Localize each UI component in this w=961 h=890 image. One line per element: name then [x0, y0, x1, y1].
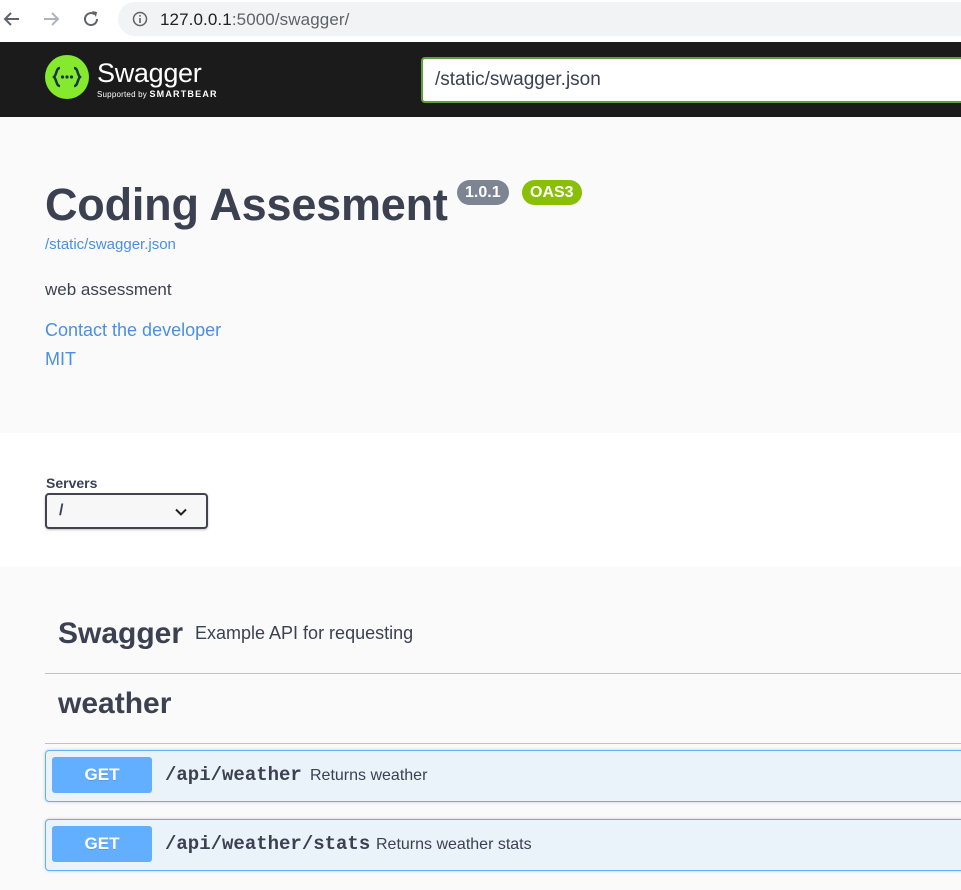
license-link[interactable]: MIT [45, 349, 76, 370]
oas-badge: OAS3 [522, 180, 582, 205]
back-arrow-icon[interactable] [0, 7, 24, 31]
info-icon[interactable] [132, 11, 148, 27]
spec-link[interactable]: /static/swagger.json [45, 236, 176, 253]
operation-path: /api/weather [165, 764, 302, 786]
reload-icon[interactable] [79, 7, 103, 31]
forward-arrow-icon[interactable] [39, 7, 63, 31]
servers-section: Servers / [0, 433, 961, 567]
tag-swagger[interactable]: Swagger Example API for requesting [45, 603, 961, 674]
method-badge-get: GET [52, 757, 152, 793]
contact-link[interactable]: Contact the developer [45, 320, 221, 341]
version-badge: 1.0.1 [457, 180, 509, 205]
tag-description: Example API for requesting [195, 623, 414, 643]
logo-brand: SMARTBEAR [149, 89, 218, 99]
browser-toolbar: 127.0.0.1:5000/swagger/ [0, 0, 961, 42]
api-description: web assessment [45, 280, 172, 299]
operations-section: Swagger Example API for requesting weath… [0, 567, 961, 890]
swagger-topbar: Swagger Supported by SMARTBEAR /static/s… [0, 42, 961, 117]
chevron-down-icon [175, 508, 187, 516]
servers-selected-value: / [59, 502, 64, 519]
spec-url-input[interactable]: /static/swagger.json [421, 57, 961, 103]
method-badge-get: GET [52, 826, 152, 862]
servers-select[interactable]: / [45, 493, 208, 529]
url-text: 127.0.0.1:5000/swagger/ [160, 10, 349, 30]
operation-summary: Returns weather [310, 767, 428, 784]
logo-subtitle: Supported by SMARTBEAR [97, 89, 218, 99]
page-title: Coding Assesment [45, 179, 448, 230]
operation-path: /api/weather/stats [165, 833, 371, 855]
tag-name: Swagger [58, 617, 184, 650]
operation-get-weather-stats[interactable]: GET /api/weather/stats Returns weather s… [45, 819, 961, 871]
operation-summary: Returns weather stats [376, 836, 532, 853]
address-bar[interactable]: 127.0.0.1:5000/swagger/ [118, 2, 961, 36]
swagger-logo-icon [45, 55, 89, 99]
operation-get-weather[interactable]: GET /api/weather Returns weather [45, 750, 961, 802]
url-path: :5000/swagger/ [231, 10, 350, 29]
logo-supported-by: Supported by [97, 90, 147, 99]
tag-name: weather [58, 687, 172, 720]
logo-title: Swagger [97, 58, 202, 88]
servers-label: Servers [46, 475, 98, 491]
tag-weather[interactable]: weather [45, 673, 961, 744]
swagger-logo[interactable]: Swagger Supported by SMARTBEAR [45, 55, 218, 105]
info-section: Coding Assesment 1.0.1 OAS3 /static/swag… [0, 117, 961, 433]
url-host: 127.0.0.1 [160, 10, 232, 29]
